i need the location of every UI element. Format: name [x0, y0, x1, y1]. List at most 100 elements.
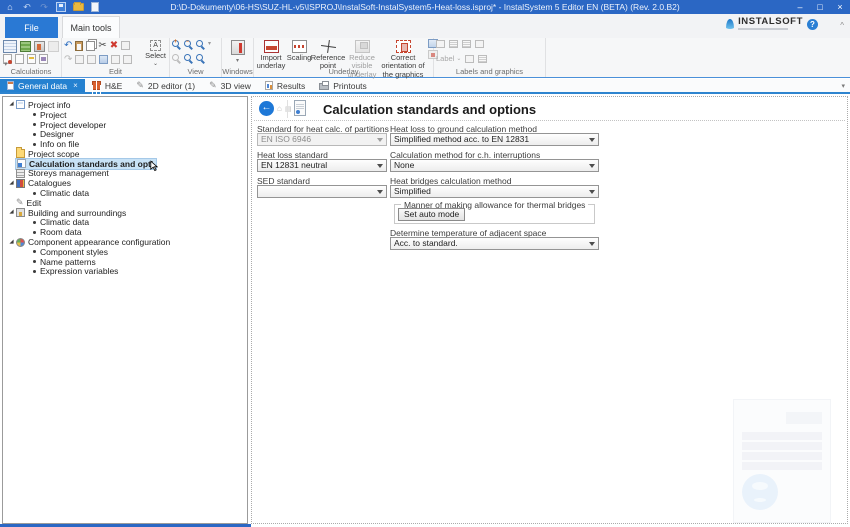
quick-access-toolbar: ⌂ ↶ ↷ [0, 2, 99, 12]
new-file-icon[interactable] [91, 2, 99, 12]
expander-icon[interactable]: ◢ [7, 238, 16, 247]
tree-item-project-scope[interactable]: Project scope [3, 149, 247, 159]
tab-general-data[interactable]: General data × [0, 79, 85, 92]
bullet-icon [33, 133, 36, 136]
home-icon[interactable]: ⌂ [5, 2, 15, 12]
expander-icon[interactable]: ◢ [7, 179, 16, 188]
redo-icon[interactable]: ↷ [39, 2, 49, 12]
expander-icon[interactable]: ◢ [7, 208, 16, 217]
maximize-button[interactable]: □ [810, 0, 830, 14]
view-dropdown-icon[interactable]: ▾ [208, 40, 211, 47]
tab-results[interactable]: Results [258, 79, 312, 92]
delete-icon[interactable]: ✖ [110, 40, 118, 51]
undo-icon[interactable]: ↶ [64, 40, 72, 51]
paste-icon[interactable] [75, 41, 83, 51]
tab-main-tools[interactable]: Main tools [62, 16, 120, 38]
text-icon[interactable] [475, 40, 484, 48]
tree-item-project-info[interactable]: ◢ Project info [3, 100, 247, 110]
tree-item-calculation-standards[interactable]: Calculation standards and opti [3, 159, 247, 169]
sed-standard-select[interactable] [257, 185, 387, 198]
array-icon[interactable] [99, 55, 108, 64]
measure-icon[interactable] [123, 55, 132, 64]
select-tool[interactable]: A Select ⌄ [145, 40, 166, 67]
zoom-in-icon[interactable]: + [172, 40, 179, 47]
tree-item-component-styles[interactable]: Component styles [3, 247, 247, 257]
tree-item-catalogues[interactable]: ◢ Catalogues [3, 178, 247, 188]
zoom-out-icon[interactable]: − [184, 40, 191, 47]
tree-item-component-appearance[interactable]: ◢ Component appearance configuration [3, 237, 247, 247]
tree-item-climatic-data[interactable]: Climatic data [3, 188, 247, 198]
table-icon[interactable] [478, 55, 487, 63]
zoom-window-icon[interactable] [184, 54, 191, 61]
label-dropdown-icon[interactable]: ⌄ [456, 55, 461, 62]
tree-item-project-developer[interactable]: Project developer [3, 120, 247, 130]
close-tab-icon[interactable]: × [73, 81, 78, 90]
undo-icon[interactable]: ↶ [22, 2, 32, 12]
tree-item-name-patterns[interactable]: Name patterns [3, 257, 247, 267]
close-button[interactable]: × [830, 0, 850, 14]
move-icon[interactable] [121, 41, 130, 50]
set-auto-mode-button[interactable]: Set auto mode [398, 208, 465, 221]
scaling-icon [292, 40, 307, 53]
tree-item-designer[interactable]: Designer [3, 129, 247, 139]
label-button[interactable]: Label ⌄ [436, 54, 461, 63]
mini-list-icon[interactable]: ▤ [285, 106, 292, 114]
list-icon[interactable] [462, 40, 471, 48]
calc-building-icon[interactable] [34, 41, 45, 52]
calc-results-icon[interactable] [27, 54, 36, 64]
calc-table-icon[interactable] [20, 41, 31, 52]
minimize-button[interactable]: – [790, 0, 810, 14]
tab-printouts[interactable]: Printouts [312, 79, 374, 92]
page-title: Calculation standards and options [323, 102, 536, 117]
cut-icon[interactable]: ✂ [98, 40, 106, 51]
heat-loss-standard-select[interactable]: EN 12831 neutral [257, 159, 387, 172]
tree-item-storeys-management[interactable]: Storeys management [3, 169, 247, 179]
heat-bridges-method-select[interactable]: Simplified [390, 185, 599, 198]
copy-icon[interactable] [86, 41, 95, 51]
legend-icon[interactable] [465, 55, 474, 63]
scaling-button[interactable]: Scaling [286, 39, 312, 62]
calc-options-icon[interactable] [39, 54, 48, 64]
stretch-icon[interactable] [111, 55, 120, 64]
partitions-standard-select[interactable]: EN ISO 6946 [257, 133, 387, 146]
tab-3d-view[interactable]: ✎ 3D view [202, 79, 258, 92]
collapse-ribbon-icon[interactable]: ^ [840, 21, 844, 30]
pan-icon[interactable] [172, 54, 179, 61]
image-icon[interactable] [449, 40, 458, 48]
calc-doc-icon[interactable] [15, 54, 24, 64]
zoom-extents-icon[interactable] [196, 40, 203, 47]
import-underlay-button[interactable]: Import underlay [256, 39, 286, 71]
calc-disabled-icon[interactable] [48, 41, 59, 52]
mirror-icon[interactable] [75, 55, 84, 64]
windows-dropdown-icon[interactable]: ▾ [236, 57, 239, 64]
interruptions-method-select[interactable]: None [390, 159, 599, 172]
redo-icon[interactable]: ↷ [64, 54, 72, 65]
mini-home-icon[interactable]: ⌂ [277, 105, 282, 113]
tab-overflow-icon[interactable]: ▾ [841, 82, 850, 90]
tab-file[interactable]: File [5, 17, 58, 38]
tab-he[interactable]: H&E [85, 79, 129, 92]
tree-item-climatic-data-building[interactable]: Climatic data [3, 218, 247, 228]
reference-point-button[interactable]: Reference point [312, 39, 344, 71]
run-calculations-icon[interactable] [3, 40, 17, 53]
align-icon[interactable] [87, 55, 96, 64]
select-dropdown-icon[interactable]: ⌄ [153, 60, 158, 67]
tab-2d-editor[interactable]: ✎ 2D editor (1) [129, 79, 202, 92]
save-icon[interactable] [56, 2, 66, 12]
tree-item-project[interactable]: Project [3, 110, 247, 120]
watermark-circle [742, 474, 778, 510]
ground-method-select[interactable]: Simplified method acc. to EN 12831 [390, 133, 599, 146]
tree-item-edit[interactable]: ✎ Edit [3, 198, 247, 208]
tree-item-info-on-file[interactable]: Info on file [3, 139, 247, 149]
help-icon[interactable]: ? [807, 19, 818, 30]
windows-icon[interactable] [231, 40, 245, 55]
tree-item-room-data[interactable]: Room data [3, 227, 247, 237]
shape-icon[interactable] [436, 40, 445, 48]
adjacent-space-select[interactable]: Acc. to standard. [390, 237, 599, 250]
tree-item-expression-variables[interactable]: Expression variables [3, 267, 247, 277]
open-folder-icon[interactable] [73, 3, 84, 11]
expander-icon[interactable]: ◢ [7, 100, 16, 109]
back-button[interactable]: ← [259, 101, 274, 116]
zoom-previous-icon[interactable] [196, 54, 203, 61]
tree-item-building-surroundings[interactable]: ◢ Building and surroundings [3, 208, 247, 218]
